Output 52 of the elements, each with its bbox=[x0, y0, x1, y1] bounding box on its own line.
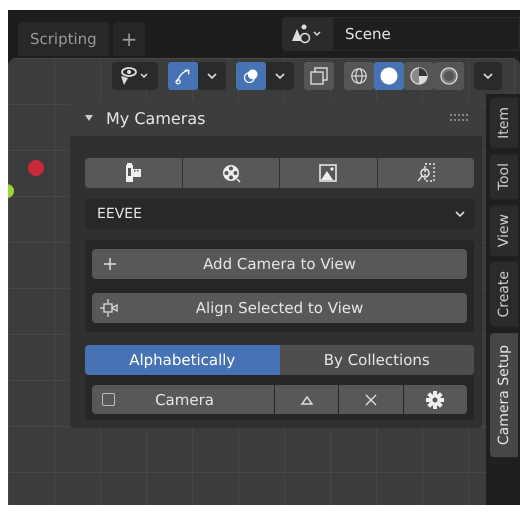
add-camera-button[interactable]: Add Camera to View bbox=[92, 249, 467, 279]
circle-icon bbox=[379, 66, 399, 86]
align-button[interactable]: Align Selected to View bbox=[92, 293, 467, 323]
sidebar-tab[interactable]: Item bbox=[490, 98, 518, 148]
sidebar-tab[interactable]: Create bbox=[490, 262, 518, 327]
image-button[interactable] bbox=[280, 158, 376, 188]
sidebar-tab[interactable]: Tool bbox=[490, 154, 518, 200]
gizmo-toggle[interactable] bbox=[168, 62, 198, 90]
scene-name-field[interactable]: Scene bbox=[332, 17, 520, 51]
caret-icon bbox=[454, 210, 466, 218]
zoom-button[interactable] bbox=[378, 158, 474, 188]
film-icon bbox=[123, 163, 144, 183]
half-shaded-sphere-icon bbox=[409, 66, 429, 86]
sort-tab[interactable]: By Collections bbox=[280, 345, 474, 375]
shading-mode-button[interactable] bbox=[374, 62, 404, 90]
scene-selector-button[interactable] bbox=[282, 17, 332, 51]
zoom-frame-icon bbox=[416, 163, 436, 183]
film-button[interactable] bbox=[85, 158, 182, 188]
caret-icon[interactable] bbox=[198, 62, 226, 90]
caret-icon[interactable] bbox=[266, 62, 294, 90]
image-icon bbox=[318, 163, 338, 183]
overlapping-squares-icon bbox=[309, 66, 329, 86]
shading-mode-button[interactable] bbox=[434, 62, 464, 90]
film-reel-icon bbox=[220, 163, 241, 183]
up-button[interactable] bbox=[275, 385, 338, 414]
light-dot bbox=[28, 160, 44, 176]
shading-mode-button[interactable] bbox=[404, 62, 434, 90]
panel-title: My Cameras bbox=[106, 108, 206, 128]
shading-mode-button[interactable] bbox=[344, 62, 374, 90]
drag-handle-icon[interactable] bbox=[450, 114, 468, 122]
ring-icon bbox=[439, 66, 459, 86]
triangle-icon bbox=[300, 394, 314, 406]
camera-checkbox[interactable] bbox=[102, 393, 115, 406]
globe-icon bbox=[350, 66, 368, 86]
xray-toggle[interactable] bbox=[304, 62, 334, 90]
close-icon bbox=[364, 392, 378, 406]
settings-button[interactable] bbox=[404, 385, 467, 414]
panel-header[interactable]: My Cameras bbox=[70, 100, 482, 136]
reel-button[interactable] bbox=[182, 158, 279, 188]
workspace-tab[interactable]: Scripting bbox=[18, 22, 109, 56]
sidebar-tab[interactable]: Camera Setup bbox=[490, 332, 518, 457]
sidebar-tab[interactable]: View bbox=[490, 205, 518, 256]
sort-tab[interactable]: Alphabetically bbox=[85, 345, 280, 375]
selectability-dropdown[interactable] bbox=[112, 62, 158, 90]
camera-item[interactable]: Camera bbox=[92, 385, 274, 414]
render-engine-dropdown[interactable]: EEVEE bbox=[85, 199, 474, 229]
settings-icon bbox=[425, 390, 446, 410]
overlays-toggle[interactable] bbox=[236, 62, 266, 90]
add-workspace-button[interactable]: + bbox=[112, 22, 146, 56]
caret-icon[interactable] bbox=[474, 62, 502, 90]
collapse-triangle-icon[interactable] bbox=[84, 113, 94, 123]
camera-crosshair-icon bbox=[100, 298, 120, 318]
